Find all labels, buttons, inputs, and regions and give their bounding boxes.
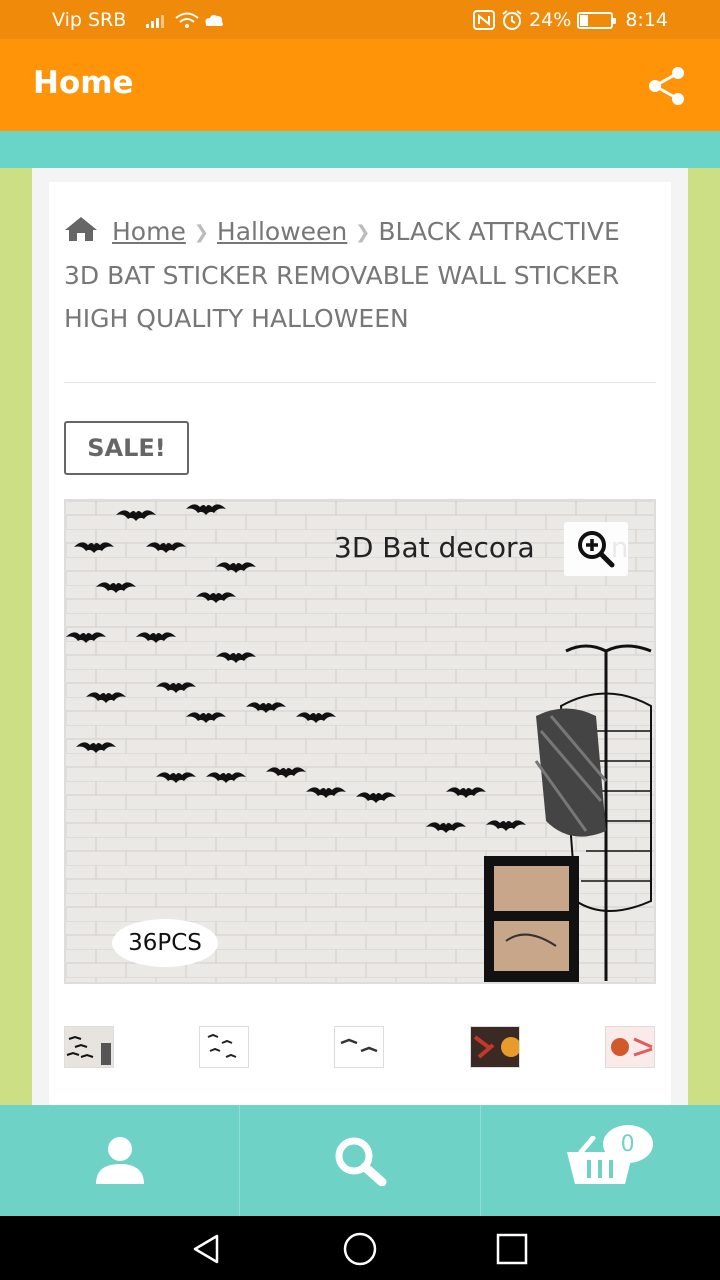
signal-wifi-cloud-icon: [146, 12, 223, 28]
breadcrumb-separator-icon: ❯: [193, 222, 209, 243]
thumbnail-5[interactable]: [605, 1026, 655, 1068]
home-icon[interactable]: [64, 216, 98, 242]
share-icon[interactable]: [646, 65, 688, 107]
search-icon: [335, 1137, 387, 1186]
breadcrumb-category-link[interactable]: Halloween: [217, 217, 347, 246]
carrier-label: Vip SRB: [52, 9, 127, 31]
zoom-button[interactable]: [564, 522, 628, 576]
cart-count-badge: 0: [602, 1125, 653, 1163]
thumbnail-2[interactable]: [199, 1026, 249, 1068]
battery-percent: 24%: [529, 9, 572, 31]
home-nav-icon[interactable]: [343, 1232, 377, 1266]
thumbnail-1[interactable]: [64, 1026, 114, 1068]
divider: [64, 382, 656, 383]
quantity-label: 36PCS: [112, 919, 218, 967]
breadcrumb-home-link[interactable]: Home: [112, 217, 186, 246]
header-strip: [0, 131, 720, 168]
status-right: 24% 8:14: [473, 9, 668, 31]
alarm-icon: [502, 10, 522, 30]
bottom-nav: 0: [0, 1105, 720, 1216]
recents-icon[interactable]: [495, 1232, 529, 1266]
zoom-in-icon: [578, 531, 615, 568]
nfc-icon: [473, 10, 496, 30]
nav-cart-button[interactable]: 0: [481, 1105, 720, 1216]
system-nav-bar: [0, 1216, 720, 1280]
clock: 8:14: [625, 9, 668, 31]
status-bar: Vip SRB 24% 8:14: [0, 0, 720, 39]
sale-badge: SALE!: [64, 421, 189, 475]
app-bar: Home: [0, 39, 720, 131]
breadcrumb: Home ❯ Halloween ❯ BLACK ATTRACTIVE 3D BAT S…: [64, 210, 656, 340]
thumbnail-strip: [64, 1026, 656, 1070]
nav-search-button[interactable]: [240, 1105, 481, 1216]
thumbnail-3[interactable]: [334, 1026, 384, 1068]
thumbnail-4[interactable]: [470, 1026, 520, 1068]
product-image[interactable]: 3D Bat decoran 36PCS: [64, 499, 656, 984]
user-icon: [95, 1136, 144, 1184]
back-icon[interactable]: [189, 1232, 223, 1266]
battery-icon: [577, 11, 617, 29]
nav-account-button[interactable]: [0, 1105, 241, 1216]
breadcrumb-separator-icon: ❯: [355, 222, 371, 243]
page-title: Home: [33, 65, 134, 101]
